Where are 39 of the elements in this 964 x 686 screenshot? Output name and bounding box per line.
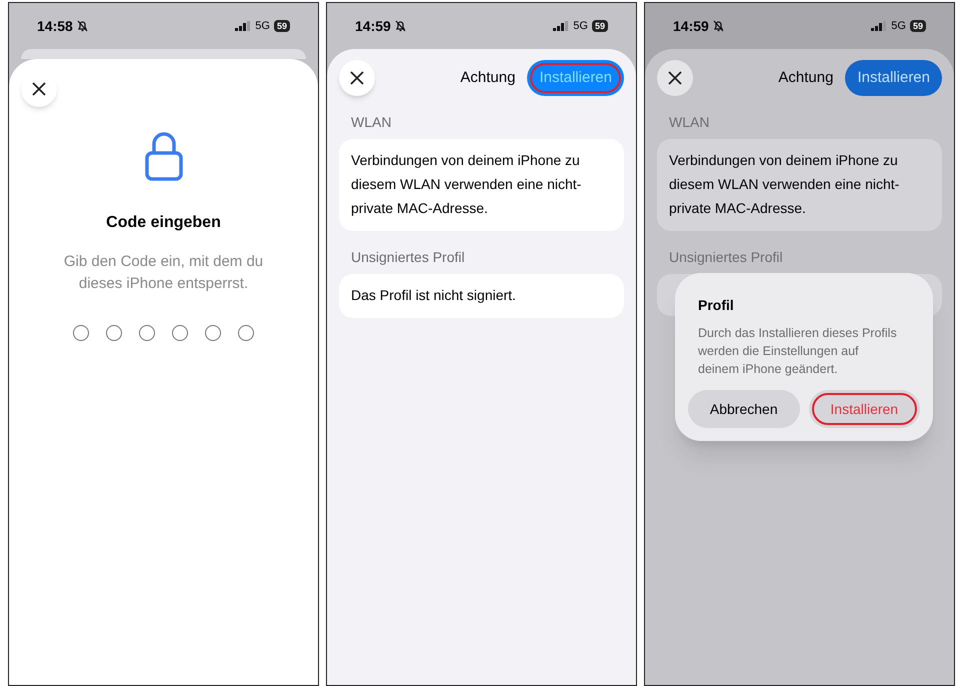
header-title: Achtung [778, 68, 834, 88]
status-time: 14:59 [355, 16, 391, 36]
status-time: 14:58 [37, 16, 73, 36]
close-icon [31, 81, 47, 97]
install-button[interactable]: Installieren [808, 390, 920, 428]
cancel-button[interactable]: Abbrechen [688, 390, 800, 428]
battery-indicator: 59 [910, 20, 926, 32]
install-button[interactable]: Installieren [527, 60, 624, 96]
alert-title: Profil [697, 296, 735, 315]
section-text: Das Profil ist nicht signiert. [351, 287, 516, 303]
section-heading: WLAN [350, 113, 392, 132]
bell-muted-icon [712, 20, 724, 32]
section-text: Verbindungen von deinem iPhone zu diesem WLAN verwenden eine nicht-private MAC-Adresse. [669, 152, 900, 216]
section-heading: WLAN [668, 113, 710, 132]
network-label: 5G [573, 18, 588, 34]
section-text: Verbindungen von deinem iPhone zu diesem WLAN verwenden eine nicht-private MAC-Adresse. [351, 152, 582, 216]
network-label: 5G [891, 18, 906, 34]
battery-indicator: 59 [592, 20, 608, 32]
network-label: 5G [255, 18, 270, 34]
section-heading: Unsigniertes Profil [668, 248, 784, 267]
close-button[interactable] [339, 60, 375, 96]
close-button[interactable] [657, 60, 693, 96]
signal-icon [871, 21, 888, 31]
status-time: 14:59 [673, 16, 709, 36]
bell-muted-icon [76, 20, 88, 32]
close-button[interactable] [21, 71, 57, 107]
header-title: Achtung [460, 68, 516, 88]
close-icon [667, 70, 683, 86]
bell-muted-icon [394, 20, 406, 32]
section-heading: Unsigniertes Profil [350, 248, 466, 267]
battery-indicator: 59 [274, 20, 290, 32]
lock-icon [144, 131, 182, 181]
passcode-instructions: Gib den Code ein, mit dem du dieses iPhone entsperrst. [62, 252, 264, 294]
passcode-title: Code eingeben [106, 213, 221, 233]
install-button[interactable]: Installieren [845, 60, 942, 96]
signal-icon [553, 21, 570, 31]
alert-message: Durch das Installieren dieses Profils werden die Einstellungen auf deinem iPhone geändert. [698, 325, 898, 378]
close-icon [349, 70, 365, 86]
signal-icon [235, 21, 252, 31]
